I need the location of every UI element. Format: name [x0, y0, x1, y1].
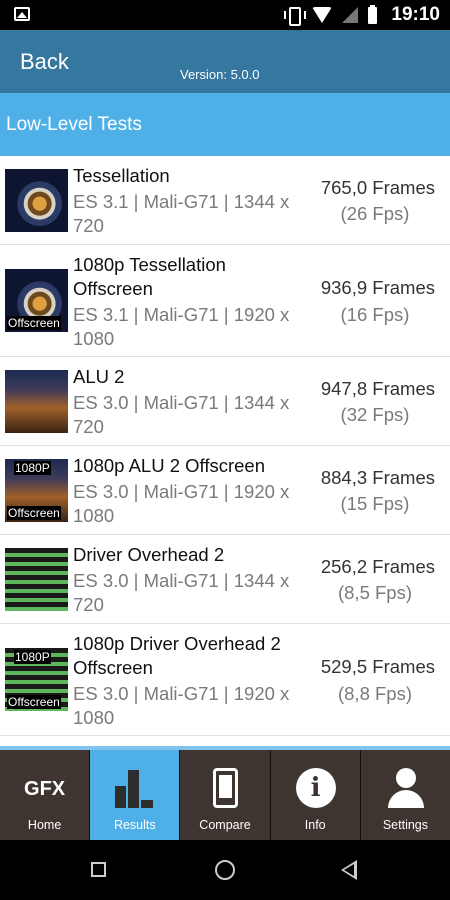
system-back-button[interactable] [341, 860, 357, 880]
alu-offscreen-thumbnail: 1080P Offscreen [5, 459, 68, 522]
tab-label: Results [113, 818, 156, 832]
tessellation-offscreen-thumbnail: Offscreen [5, 269, 68, 332]
info-icon: i [295, 768, 336, 808]
vibrate-icon [284, 6, 307, 26]
image-notification-icon [14, 7, 30, 21]
back-button[interactable]: Back [20, 49, 69, 75]
test-details: ES 3.1 | Mali-G71 | 1344 x 720 [73, 191, 290, 236]
test-fps: (32 Fps) [340, 404, 410, 425]
tab-label: Home [27, 818, 62, 832]
test-list[interactable]: Tessellation ES 3.1 | Mali-G71 | 1344 x … [0, 156, 450, 750]
gfx-logo-icon: GFX [24, 778, 66, 800]
test-details: ES 3.1 | Mali-G71 | 1920 x 1080 [73, 304, 290, 349]
test-row[interactable]: Driver Overhead 2 ES 3.0 | Mali-G71 | 13… [0, 535, 450, 624]
home-button[interactable] [215, 860, 235, 880]
test-fps: (15 Fps) [340, 493, 410, 514]
test-frames: 936,9 Frames [320, 277, 435, 298]
tab-label: Compare [199, 818, 251, 832]
user-icon [386, 768, 426, 810]
resolution-tag: 1080P [14, 650, 51, 664]
app-header: Back Version: 5.0.0 [0, 30, 450, 93]
signal-icon [342, 7, 359, 23]
test-title: 1080p Driver Overhead 2 Offscreen [73, 633, 281, 678]
offscreen-tag: Offscreen [7, 695, 61, 709]
status-time: 19:10 [391, 4, 440, 25]
tessellation-thumbnail [5, 169, 68, 232]
test-row[interactable]: Offscreen 1080p Tessellation Offscreen E… [0, 245, 450, 357]
tab-info[interactable]: i Info [270, 750, 361, 840]
test-fps: (26 Fps) [340, 203, 410, 224]
test-frames: 529,5 Frames [320, 656, 435, 677]
version-label: Version: 5.0.0 [180, 67, 260, 82]
bottom-tab-bar: GFX Home Results Compare i Info Settings [0, 750, 450, 840]
tab-compare[interactable]: Compare [180, 750, 271, 840]
test-row[interactable]: Tessellation ES 3.1 | Mali-G71 | 1344 x … [0, 156, 450, 245]
test-title: ALU 2 [73, 366, 125, 387]
wifi-icon [312, 7, 333, 23]
test-details: ES 3.0 | Mali-G71 | 1920 x 1080 [73, 683, 290, 728]
system-nav-bar [0, 840, 450, 900]
tab-home[interactable]: GFX Home [0, 750, 91, 840]
recents-button[interactable] [91, 862, 106, 877]
tab-label: Info [304, 818, 326, 832]
test-fps: (8,5 Fps) [337, 582, 413, 603]
test-details: ES 3.0 | Mali-G71 | 1344 x 720 [73, 570, 290, 615]
phone-icon [213, 768, 239, 808]
tab-label: Settings [382, 818, 428, 832]
driver-overhead-offscreen-thumbnail: 1080P Offscreen [5, 648, 68, 711]
alu-thumbnail [5, 370, 68, 433]
tab-results[interactable]: Results [90, 750, 181, 840]
test-fps: (8,8 Fps) [337, 683, 413, 704]
status-icons: 19:10 [284, 0, 440, 30]
resolution-tag: 1080P [14, 461, 51, 475]
section-header: Low-Level Tests [0, 93, 450, 156]
tab-settings[interactable]: Settings [360, 750, 450, 840]
test-frames: 947,8 Frames [320, 378, 435, 399]
offscreen-tag: Offscreen [7, 506, 61, 520]
test-frames: 256,2 Frames [320, 556, 435, 577]
status-bar: 19:10 [0, 0, 450, 30]
test-row[interactable]: ALU 2 ES 3.0 | Mali-G71 | 1344 x 720 947… [0, 357, 450, 446]
test-fps: (16 Fps) [340, 304, 410, 325]
test-title: Tessellation [73, 165, 170, 186]
battery-icon [368, 4, 378, 24]
test-frames: 884,3 Frames [320, 467, 435, 488]
bar-chart-icon [115, 768, 155, 808]
test-frames: 765,0 Frames [320, 177, 435, 198]
test-details: ES 3.0 | Mali-G71 | 1920 x 1080 [73, 481, 290, 526]
test-title: 1080p ALU 2 Offscreen [73, 455, 265, 476]
section-title: Low-Level Tests [6, 114, 142, 135]
test-row[interactable]: 1080P Offscreen 1080p Driver Overhead 2 … [0, 624, 450, 736]
test-details: ES 3.0 | Mali-G71 | 1344 x 720 [73, 392, 290, 437]
test-title: Driver Overhead 2 [73, 544, 225, 565]
driver-overhead-thumbnail [5, 548, 68, 611]
test-title: 1080p Tessellation Offscreen [73, 254, 226, 299]
test-row[interactable]: 1080P Offscreen 1080p ALU 2 Offscreen ES… [0, 446, 450, 535]
offscreen-tag: Offscreen [7, 316, 61, 330]
